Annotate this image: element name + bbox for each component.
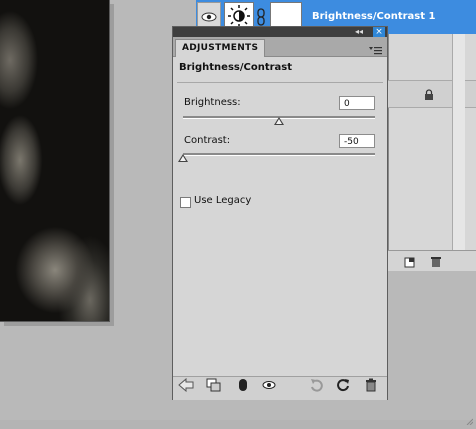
image-edge (0, 0, 110, 322)
contrast-label: Contrast: (184, 135, 231, 146)
use-legacy-label[interactable]: Use Legacy (194, 195, 251, 206)
contrast-slider-thumb[interactable] (178, 154, 188, 162)
tab-adjustments[interactable]: ADJUSTMENTS (175, 39, 266, 57)
brightness-label: Brightness: (184, 97, 241, 108)
contrast-slider-track[interactable] (183, 153, 375, 156)
collapse-panel-icon[interactable]: ◂◂ (355, 27, 363, 37)
panel-menu-icon[interactable] (369, 41, 383, 55)
adjustment-title: Brightness/Contrast (179, 62, 293, 73)
adjustments-panel: ◂◂ × ADJUSTMENTS Brightness/Contrast Bri… (172, 26, 388, 400)
resize-grip[interactable] (465, 410, 474, 426)
new-layer-icon[interactable] (404, 254, 416, 268)
image-shadow-right (110, 4, 114, 326)
panel-title-bar[interactable]: ◂◂ × (173, 27, 387, 37)
view-previous-icon[interactable] (236, 377, 250, 391)
brightness-slider-thumb[interactable] (274, 117, 284, 125)
layers-scrollbar[interactable] (452, 34, 465, 254)
contrast-input[interactable]: -50 (339, 134, 375, 148)
link-chain-icon[interactable] (256, 8, 266, 26)
use-legacy-checkbox[interactable] (180, 197, 191, 208)
brightness-input[interactable]: 0 (339, 96, 375, 110)
close-panel-button[interactable]: × (373, 27, 385, 37)
image-shadow-bottom (4, 322, 114, 326)
clip-to-layer-icon[interactable] (206, 377, 221, 392)
title-divider (177, 82, 383, 83)
back-arrow-icon[interactable] (178, 377, 194, 393)
visibility-eye-icon[interactable] (261, 377, 276, 391)
refresh-icon[interactable] (336, 377, 350, 392)
reset-icon[interactable] (309, 377, 323, 392)
trash-icon[interactable] (365, 377, 379, 392)
lock-icon[interactable] (424, 86, 434, 100)
layer-name[interactable]: Brightness/Contrast 1 (312, 11, 435, 22)
delete-layer-trash-icon[interactable] (430, 253, 442, 267)
panel-tab-bar: ADJUSTMENTS (173, 37, 387, 57)
